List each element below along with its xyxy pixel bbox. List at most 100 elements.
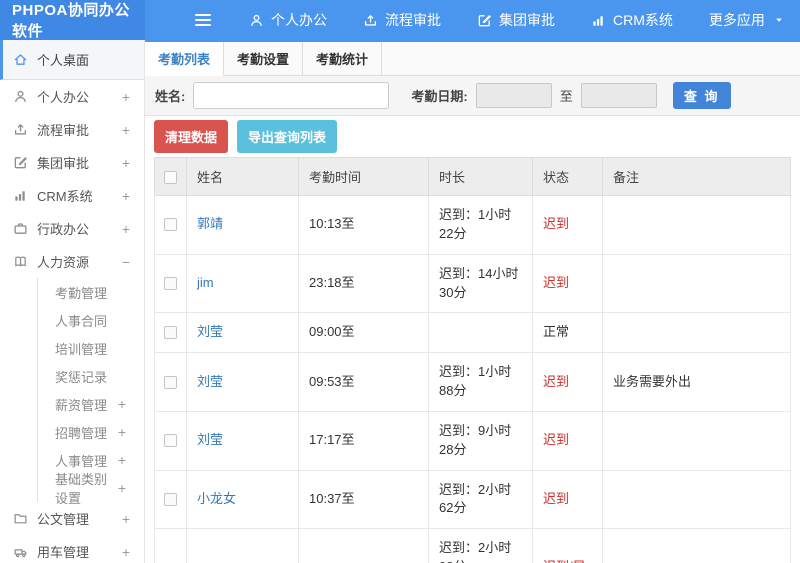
note-cell xyxy=(602,312,791,354)
tab-strip: 考勤列表 考勤设置 考勤统计 xyxy=(145,42,800,76)
tab-attendance-settings[interactable]: 考勤设置 xyxy=(224,42,303,75)
topnav-label: 个人办公 xyxy=(271,12,327,28)
sidebar: 个人桌面 个人办公 + 流程审批 + 集团审批 + CRM系统 + 行政办公 + xyxy=(0,40,145,563)
name-label: 姓名: xyxy=(155,89,186,104)
chart-icon xyxy=(13,188,28,203)
expand-indicator: + xyxy=(121,543,130,560)
note-cell xyxy=(602,195,791,255)
employee-name-link[interactable]: 小龙女 xyxy=(197,491,236,506)
topnav-label: 更多应用 xyxy=(708,12,765,28)
to-label: 至 xyxy=(559,89,573,104)
status-badge: 迟到 xyxy=(532,410,603,471)
employee-name-link[interactable]: 刘莹 xyxy=(197,374,223,389)
person-icon xyxy=(249,13,264,28)
top-nav: 个人办公 流程审批 集团审批 CRM系统 更多应用 xyxy=(249,10,784,30)
query-button[interactable]: 查 询 xyxy=(672,82,731,109)
sidebar-item-personal-desktop[interactable]: 个人桌面 xyxy=(0,40,144,80)
sidebar-item-human-resources[interactable]: 人力资源 − xyxy=(0,245,144,278)
row-checkbox[interactable] xyxy=(164,434,177,448)
note-cell xyxy=(602,410,791,471)
duration-cell: 迟到：2小时90分早退：7小时10分 xyxy=(428,528,533,563)
row-checkbox[interactable] xyxy=(164,375,177,389)
sidebar-hr-submenu: 考勤管理 人事合同 培训管理 奖惩记录 薪资管理 + 招聘管理 + 人事管理 +… xyxy=(37,278,144,506)
top-navbar: PHPOA协同办公软件 个人办公 流程审批 集团审批 CRM系统 更多应用 xyxy=(0,0,800,40)
main-content: 考勤列表 考勤设置 考勤统计 姓名: 考勤日期: 至 查 询 清理数据 导出查询… xyxy=(145,40,800,563)
topnav-crm-system[interactable]: CRM系统 xyxy=(591,10,673,30)
expand-indicator: + xyxy=(121,88,130,105)
attendance-time: 09:00至 xyxy=(298,312,429,354)
duration-cell: 迟到：9小时28分 xyxy=(428,410,533,471)
table-header-row: 姓名 考勤时间 时长 状态 备注 xyxy=(154,157,791,196)
expand-indicator: + xyxy=(117,424,126,440)
employee-name-link[interactable]: jim xyxy=(197,275,214,290)
sidebar-subitem-salary-mgmt[interactable]: 薪资管理 + xyxy=(38,390,144,418)
app-logo: PHPOA协同办公软件 xyxy=(0,0,145,40)
status-badge: 正常 xyxy=(532,312,603,354)
chart-icon xyxy=(591,13,606,28)
note-cell: 1111 xyxy=(602,528,791,563)
col-header-note: 备注 xyxy=(602,157,791,196)
flow-icon xyxy=(363,13,378,28)
sidebar-subitem-attendance-mgmt[interactable]: 考勤管理 xyxy=(38,278,144,306)
menu-toggle-icon[interactable] xyxy=(195,14,211,26)
row-checkbox[interactable] xyxy=(164,326,177,340)
sidebar-subitem-base-category-settings[interactable]: 基础类别设置 + xyxy=(38,472,144,506)
attendance-table: 姓名 考勤时间 时长 状态 备注 郭靖 10:13至 迟到：1小时22分 迟到 xyxy=(154,157,791,563)
edit-icon xyxy=(477,13,492,28)
table-row: 小龙女 10:37至 迟到：2小时62分 迟到 xyxy=(154,469,791,530)
tab-attendance-list[interactable]: 考勤列表 xyxy=(145,42,224,76)
employee-name-link[interactable]: 刘莹 xyxy=(197,324,223,339)
attendance-time: 09:53至 xyxy=(298,352,429,412)
date-to-input[interactable] xyxy=(580,83,657,108)
sidebar-subitem-recruit-mgmt[interactable]: 招聘管理 + xyxy=(38,418,144,446)
topnav-personal-office[interactable]: 个人办公 xyxy=(249,10,327,30)
row-checkbox[interactable] xyxy=(164,277,177,291)
row-checkbox[interactable] xyxy=(164,493,177,507)
attendance-time: 17:17至 xyxy=(298,410,429,471)
table-toolbar: 清理数据 导出查询列表 xyxy=(145,116,800,157)
topnav-label: 集团审批 xyxy=(499,12,555,28)
expand-indicator: + xyxy=(121,510,130,527)
briefcase-icon xyxy=(13,221,28,236)
table-row: 郭靖 10:13至 迟到：1小时22分 迟到 xyxy=(154,195,791,255)
home-icon xyxy=(13,52,28,67)
duration-cell xyxy=(428,312,533,354)
expand-indicator: + xyxy=(117,452,126,468)
sidebar-item-vehicle-mgmt[interactable]: 用车管理 + xyxy=(0,535,144,563)
expand-indicator: + xyxy=(121,121,130,138)
person-icon xyxy=(13,89,28,104)
duration-cell: 迟到：14小时30分 xyxy=(428,253,533,314)
date-label: 考勤日期: xyxy=(411,89,468,104)
sidebar-item-crm-system[interactable]: CRM系统 + xyxy=(0,179,144,212)
date-from-input[interactable] xyxy=(475,83,552,108)
sidebar-item-workflow-approval[interactable]: 流程审批 + xyxy=(0,113,144,146)
topnav-workflow-approval[interactable]: 流程审批 xyxy=(363,10,441,30)
attendance-time: 10:54至10:54 xyxy=(298,528,429,563)
car-icon xyxy=(13,544,28,559)
topnav-more-apps[interactable]: 更多应用 xyxy=(709,10,784,30)
note-cell xyxy=(602,469,791,530)
expand-indicator: + xyxy=(117,396,126,412)
expand-indicator: + xyxy=(121,187,130,204)
sidebar-subitem-reward-records[interactable]: 奖惩记录 xyxy=(38,362,144,390)
sidebar-item-personal-office[interactable]: 个人办公 + xyxy=(0,80,144,113)
search-bar: 姓名: 考勤日期: 至 查 询 xyxy=(145,76,800,116)
clean-data-button[interactable]: 清理数据 xyxy=(154,120,229,153)
sidebar-subitem-training-mgmt[interactable]: 培训管理 xyxy=(38,334,144,362)
status-badge: 迟到 xyxy=(532,352,603,412)
sidebar-item-admin-office[interactable]: 行政办公 + xyxy=(0,212,144,245)
tab-attendance-stats[interactable]: 考勤统计 xyxy=(303,42,382,75)
caret-down-icon xyxy=(774,15,784,25)
sidebar-subitem-hr-contract[interactable]: 人事合同 xyxy=(38,306,144,334)
row-checkbox[interactable] xyxy=(164,218,177,232)
status-badge: 迟到 xyxy=(532,195,603,255)
employee-name-link[interactable]: 郭靖 xyxy=(197,216,223,231)
employee-name-link[interactable]: 刘莹 xyxy=(197,432,223,447)
select-all-checkbox[interactable] xyxy=(164,171,177,185)
table-row: 刘莹 09:53至 迟到：1小时88分 迟到 业务需要外出 xyxy=(154,352,791,412)
name-search-input[interactable] xyxy=(193,82,390,109)
note-cell xyxy=(602,253,791,314)
sidebar-item-group-approval[interactable]: 集团审批 + xyxy=(0,146,144,179)
export-list-button[interactable]: 导出查询列表 xyxy=(237,120,338,153)
topnav-group-approval[interactable]: 集团审批 xyxy=(477,10,555,30)
